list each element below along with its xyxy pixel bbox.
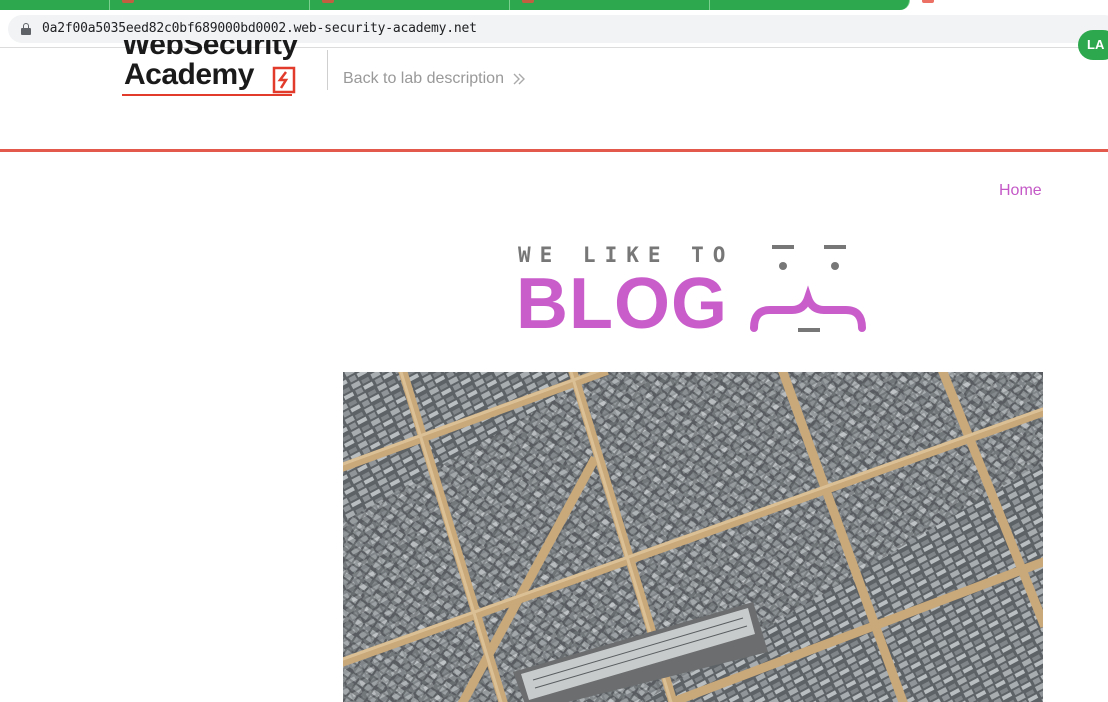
url-text[interactable]: 0a2f00a5035eed82c0bf689000bd0002.web-sec… <box>42 21 477 36</box>
browser-tab[interactable] <box>0 0 110 10</box>
back-link-label: Back to lab description <box>343 70 504 87</box>
browser-tab[interactable] <box>910 0 1108 10</box>
lab-status-badge: LA <box>1078 30 1108 60</box>
banner-title: BLOG <box>516 264 728 344</box>
logo-mark-icon <box>272 66 296 94</box>
blog-hero-image <box>343 372 1043 702</box>
lock-icon[interactable] <box>21 23 31 35</box>
browser-tab-active[interactable] <box>710 0 910 10</box>
browser-tab[interactable] <box>510 0 710 10</box>
logo-underline <box>122 94 292 96</box>
academy-logo[interactable]: WebSecurity Academy <box>122 40 322 100</box>
logo-text-line2: Academy <box>124 58 254 91</box>
header-divider <box>327 50 328 90</box>
favicon-icon <box>522 0 534 3</box>
double-chevron-right-icon <box>513 73 525 85</box>
type-tray-illustration <box>343 372 1043 702</box>
curly-brace-face-icon <box>750 245 866 332</box>
lab-status-text: LA <box>1087 37 1105 52</box>
nav-home-link[interactable]: Home <box>999 182 1042 200</box>
browser-tab[interactable] <box>310 0 510 10</box>
favicon-icon <box>922 0 934 3</box>
blog-banner: WE LIKE TO BLOG <box>516 240 876 340</box>
favicon-icon <box>122 0 134 3</box>
url-field[interactable]: 0a2f00a5035eed82c0bf689000bd0002.web-sec… <box>8 15 1108 43</box>
back-to-lab-link[interactable]: Back to lab description <box>343 70 526 88</box>
favicon-icon <box>322 0 334 3</box>
browser-tab-strip <box>0 0 1108 10</box>
browser-tab[interactable] <box>110 0 310 10</box>
header-rule <box>0 149 1108 152</box>
